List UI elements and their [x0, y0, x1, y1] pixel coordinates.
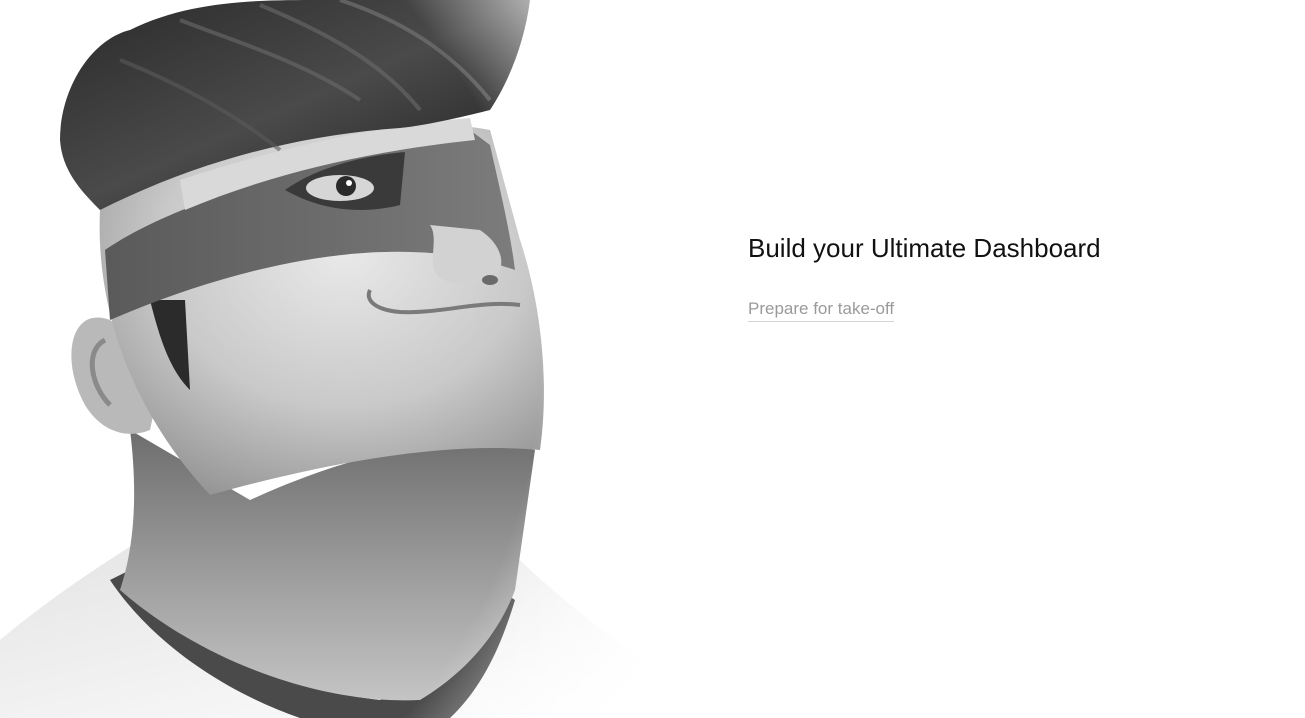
hero-content: Build your Ultimate Dashboard Prepare fo…	[748, 232, 1268, 322]
hero-character-illustration	[0, 0, 720, 718]
prepare-for-take-off-link[interactable]: Prepare for take-off	[748, 298, 895, 322]
page-headline: Build your Ultimate Dashboard	[748, 233, 1101, 263]
landing-page: Build your Ultimate Dashboard Prepare fo…	[0, 0, 1305, 718]
